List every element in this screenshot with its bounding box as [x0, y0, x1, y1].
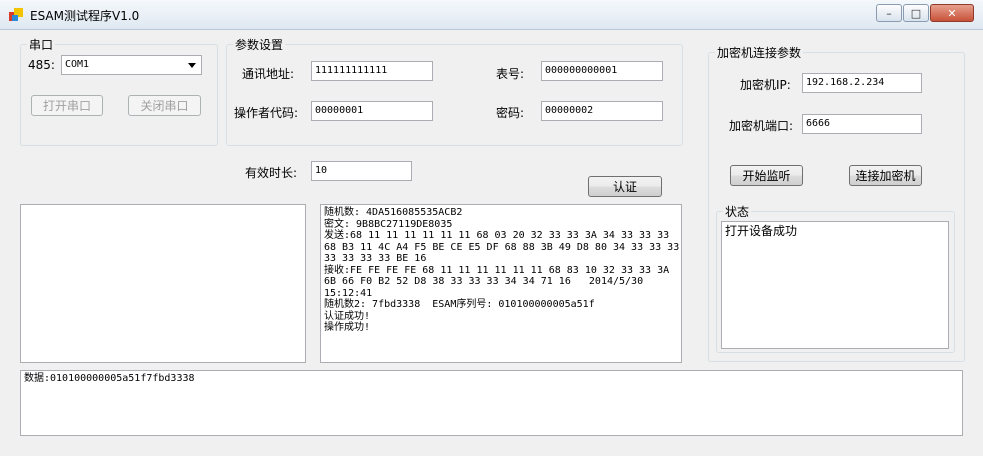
encryptor-legend: 加密机连接参数 [717, 46, 802, 60]
chevron-down-icon[interactable] [188, 63, 196, 68]
serial-legend: 串口 [29, 38, 54, 52]
encryptor-port-label: 加密机端口: [729, 119, 794, 133]
params-legend: 参数设置 [235, 38, 284, 52]
port-label: 485: [28, 58, 55, 72]
encryptor-port-input[interactable]: 6666 [802, 114, 922, 134]
window-title: ESAM测试程序V1.0 [30, 9, 140, 23]
log-textbox[interactable]: 随机数: 4DA516085535ACB2 密文: 9B8BC27119DE80… [320, 204, 682, 363]
port-select[interactable]: COM1 [61, 55, 202, 75]
status-textbox[interactable]: 打开设备成功 [721, 221, 949, 349]
meter-input[interactable]: 000000000001 [541, 61, 663, 81]
ip-input[interactable]: 192.168.2.234 [802, 73, 922, 93]
address-input[interactable]: 111111111111 [311, 61, 433, 81]
minimize-button[interactable]: – [876, 4, 902, 22]
maximize-button[interactable]: □ [903, 4, 929, 22]
open-port-button[interactable]: 打开串口 [31, 95, 103, 116]
left-textbox[interactable] [20, 204, 306, 363]
password-label: 密码: [496, 106, 525, 120]
address-label: 通讯地址: [242, 67, 295, 81]
start-listen-button[interactable]: 开始监听 [730, 165, 803, 186]
validity-input[interactable]: 10 [311, 161, 412, 181]
status-legend: 状态 [725, 205, 750, 219]
params-group: 参数设置 [226, 36, 683, 146]
meter-label: 表号: [496, 67, 525, 81]
data-textbox[interactable]: 数据:010100000005a51f7fbd3338 [20, 370, 963, 436]
app-icon [9, 8, 23, 21]
auth-button[interactable]: 认证 [588, 176, 662, 197]
validity-label: 有效时长: [245, 166, 298, 180]
password-input[interactable]: 00000002 [541, 101, 663, 121]
operator-input[interactable]: 00000001 [311, 101, 433, 121]
port-select-value: COM1 [65, 59, 90, 70]
serial-group: 串口 [20, 36, 218, 146]
connect-encryptor-button[interactable]: 连接加密机 [849, 165, 922, 186]
ip-label: 加密机IP: [740, 78, 791, 92]
title-bar [0, 0, 983, 30]
operator-label: 操作者代码: [234, 106, 299, 120]
close-port-button[interactable]: 关闭串口 [128, 95, 201, 116]
close-window-button[interactable]: ✕ [930, 4, 974, 22]
